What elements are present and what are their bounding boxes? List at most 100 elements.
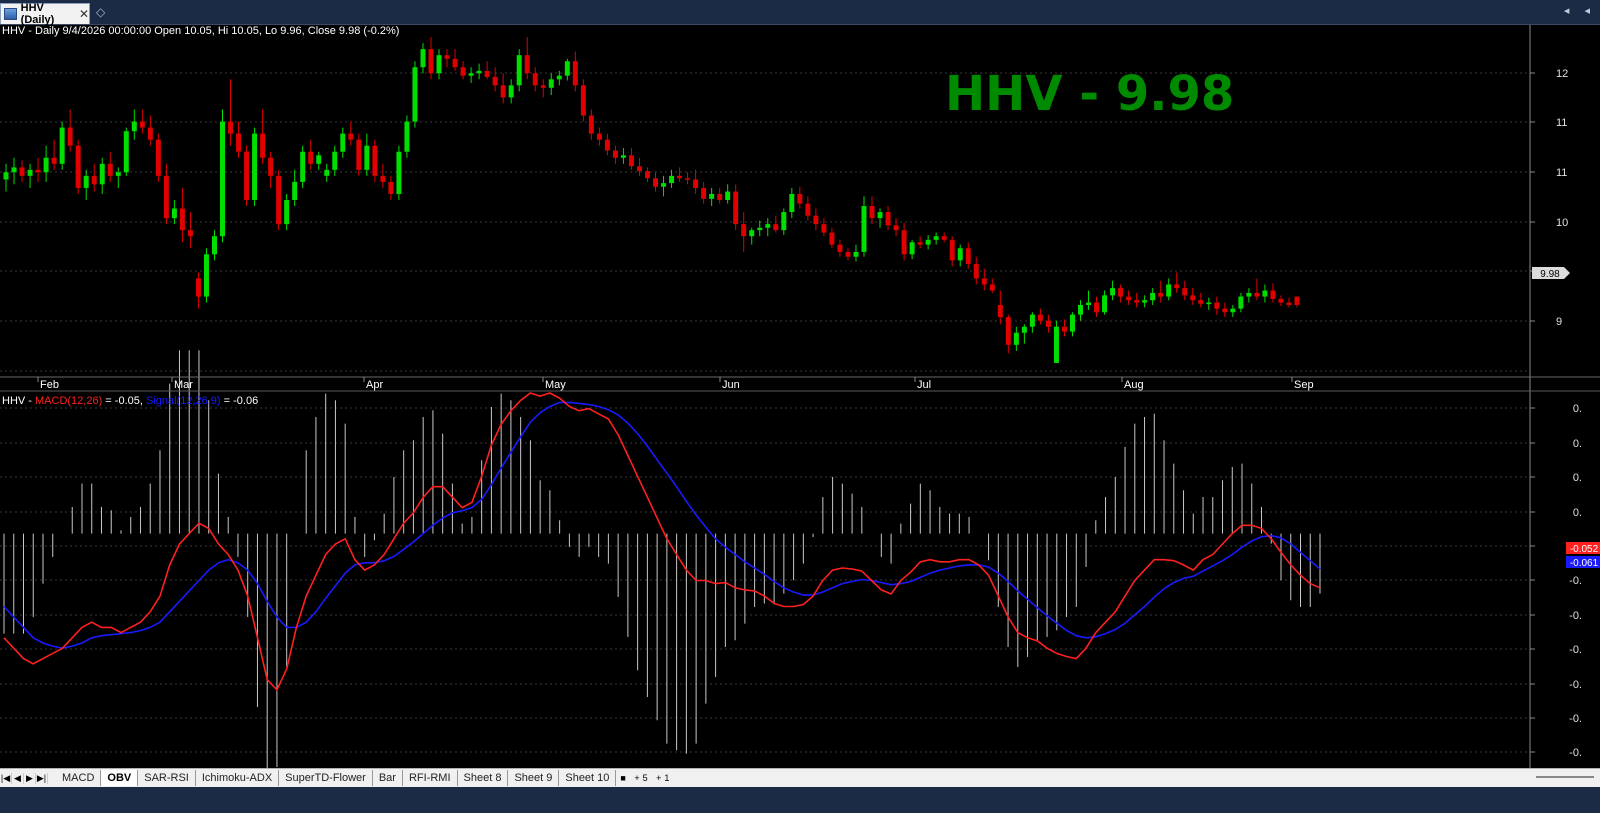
candle (43, 145, 49, 182)
candle (75, 139, 81, 194)
candle-body (797, 193, 803, 204)
sheet-tab-macd[interactable]: MACD (56, 770, 102, 786)
tab-scroll-arrows-icon[interactable]: ◂ ◂ (1564, 4, 1596, 17)
candle-body (1206, 302, 1212, 305)
sheet-tab-ichimoku-adx[interactable]: Ichimoku-ADX (196, 770, 280, 786)
candle-body (187, 230, 193, 237)
candle-body (147, 127, 153, 140)
sheet-tab-supertd-flower[interactable]: SuperTD-Flower (279, 770, 373, 786)
candle (749, 227, 755, 245)
candle-body (917, 242, 923, 245)
candle-body (107, 163, 113, 176)
candle (532, 67, 538, 92)
candle (444, 49, 450, 68)
candle (324, 163, 330, 182)
candle (412, 61, 418, 128)
candle-body (532, 73, 538, 86)
x-axis-label: Mar (174, 379, 193, 391)
x-axis-label: Sep (1294, 379, 1314, 391)
candle-body (669, 175, 675, 184)
candle (139, 109, 145, 134)
sheet-tab-sheet-9[interactable]: Sheet 9 (508, 770, 560, 786)
candle-body (436, 55, 442, 74)
date-x-axis-labels: Feb Mar Apr May Jun Jul Aug Sep (37, 377, 1314, 391)
candle-body (757, 227, 763, 231)
candle (853, 244, 859, 262)
candle (420, 43, 426, 74)
candle (1150, 288, 1156, 305)
candle (797, 186, 803, 209)
candle (1238, 292, 1244, 313)
signal-legend-label: Signal(12,26,9) (146, 395, 221, 407)
sheet-tab-bar: |◀ ◀ ▶ ▶| MACD OBV SAR-RSI Ichimoku-ADX Supe… (0, 768, 1600, 787)
sheet-tab-obv[interactable]: OBV (101, 770, 139, 786)
candle-body (1166, 284, 1172, 297)
candle (1086, 290, 1092, 310)
candle-body (211, 236, 217, 255)
candle-body (1214, 302, 1220, 309)
candle (1094, 296, 1100, 318)
candle-body (989, 284, 995, 291)
document-tab[interactable]: HHV (Daily) ✕ (0, 2, 90, 26)
sheet-tab-rfi-rmi[interactable]: RFI-RMI (403, 770, 458, 786)
price-y-label: 12 (1556, 68, 1568, 80)
candle (709, 187, 715, 207)
candle (252, 127, 258, 207)
candle (396, 145, 402, 200)
sheet-tab-sheet-8[interactable]: Sheet 8 (458, 770, 509, 786)
candle (717, 187, 723, 204)
candle (909, 239, 915, 260)
candle-body (1182, 288, 1188, 296)
first-sheet-icon[interactable]: |◀ (0, 772, 12, 784)
candle (1013, 326, 1019, 351)
candle (155, 133, 161, 182)
candle (925, 235, 931, 250)
candle (3, 163, 9, 192)
price-panel-header: HHV - Daily 9/4/2026 00:00:00 Open 10.05… (2, 25, 399, 37)
candle-body (524, 55, 530, 74)
candle (893, 218, 899, 237)
candle-body (733, 191, 739, 225)
candle-body (837, 244, 843, 252)
status-bar (0, 787, 1600, 813)
candle (877, 208, 883, 228)
candle (1174, 272, 1180, 293)
candle (917, 236, 923, 249)
candle-body (91, 175, 97, 185)
candle-body (1118, 288, 1124, 297)
candle-body (252, 133, 258, 200)
new-tab-icon[interactable]: ◇ (96, 5, 105, 19)
chart-area[interactable]: HHV - Daily 9/4/2026 00:00:00 Open 10.05… (0, 25, 1600, 768)
prev-sheet-icon[interactable]: ◀ (12, 772, 24, 784)
candle-body (412, 67, 418, 122)
candle (1270, 283, 1276, 303)
horizontal-scrollbar[interactable] (1536, 776, 1594, 778)
candle-body (500, 85, 506, 98)
candle (1182, 280, 1188, 301)
next-sheet-icon[interactable]: ▶ (24, 772, 36, 784)
candle-body (781, 212, 787, 231)
document-tab-title: HHV (Daily) (20, 2, 55, 26)
candle-body (163, 175, 169, 219)
macd-y-axis-labels: 0.0.0.0.-0.-0.-0.-0.-0.-0.-0. (1530, 403, 1582, 759)
candle-body (965, 248, 971, 264)
sheet-tools-icons[interactable]: ■ +5 +1 (616, 773, 676, 783)
sheet-tab-sheet-10[interactable]: Sheet 10 (559, 770, 617, 786)
candle-body (452, 58, 458, 68)
candle (596, 127, 602, 146)
candle-body (332, 151, 338, 170)
sheet-tab-bar[interactable]: Bar (373, 770, 403, 786)
candle (91, 163, 97, 192)
candle (997, 290, 1003, 325)
candle (540, 79, 546, 98)
close-icon[interactable]: ✕ (79, 7, 89, 21)
candle (989, 278, 995, 293)
candle (292, 169, 298, 207)
sheet-tab-sar-rsi[interactable]: SAR-RSI (138, 770, 196, 786)
chart-document-icon (4, 8, 17, 20)
x-axis-label: Jun (722, 379, 740, 391)
candle-body (244, 151, 250, 200)
last-sheet-icon[interactable]: ▶| (36, 772, 48, 784)
candle (364, 133, 370, 176)
price-y-label: 11 (1556, 117, 1567, 129)
